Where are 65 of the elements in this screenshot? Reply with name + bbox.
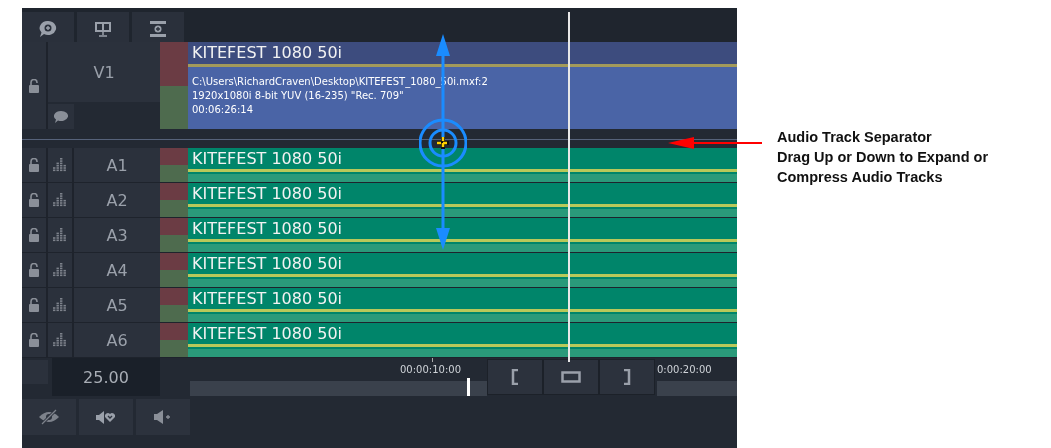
- speaker-plus-icon: [153, 409, 173, 425]
- eye-slash-icon: [38, 409, 60, 425]
- clip-duration: 00:06:26:14: [192, 103, 254, 117]
- audio-clip[interactable]: KITEFEST 1080 50i: [188, 288, 737, 322]
- annotation-text: Drag Up or Down to Expand or Compress Audio Tracks: [777, 148, 989, 187]
- rectangle-icon: [561, 371, 581, 383]
- track-strip: [160, 183, 188, 200]
- track-strip: [160, 288, 188, 305]
- track-label: A6: [74, 323, 160, 357]
- track-label: A2: [74, 183, 160, 217]
- video-clip[interactable]: KITEFEST 1080 50i C:\Users\RichardCraven\Desktop\KITEFEST_1080_50i.mxf:2 1920x1080i 8-bit YUV (16-235) "Rec. 709" 00:06:26:14: [188, 42, 737, 129]
- ruler-timecode: 00:00:10:00: [400, 364, 461, 375]
- track-strip: [160, 340, 188, 357]
- mark-in-button[interactable]: [488, 360, 542, 394]
- audio-clip[interactable]: KITEFEST 1080 50i: [188, 148, 737, 182]
- level-meter-icon[interactable]: [53, 158, 67, 172]
- level-meter-icon[interactable]: [53, 333, 67, 347]
- track-strip: [160, 253, 188, 270]
- audio-menu-button[interactable]: [79, 399, 133, 435]
- audio-clip[interactable]: KITEFEST 1080 50i: [188, 218, 737, 252]
- speaker-heart-icon: [95, 408, 117, 426]
- track-label: A5: [74, 288, 160, 322]
- add-audio-track-button[interactable]: [136, 399, 190, 435]
- audio-clip[interactable]: KITEFEST 1080 50i: [188, 183, 737, 217]
- track-label: A3: [74, 218, 160, 252]
- track-separator[interactable]: [22, 139, 737, 140]
- level-meter-icon[interactable]: [53, 193, 67, 207]
- padlock-icon[interactable]: [29, 158, 39, 172]
- bracket-icon: [511, 369, 519, 385]
- clip-title: KITEFEST 1080 50i: [188, 42, 737, 67]
- mark-out-button[interactable]: [600, 360, 654, 394]
- track-strip: [160, 165, 188, 182]
- track-strip: [160, 200, 188, 217]
- hide-button[interactable]: [22, 399, 76, 435]
- track-strip: [160, 305, 188, 322]
- padlock-icon[interactable]: [29, 193, 39, 207]
- annotation-title: Audio Track Separator: [777, 128, 933, 147]
- track-strip: [160, 218, 188, 235]
- track-strip: [160, 235, 188, 252]
- track-label: A4: [74, 253, 160, 287]
- padlock-icon[interactable]: [29, 78, 39, 93]
- padlock-icon[interactable]: [29, 228, 39, 242]
- clip-button[interactable]: [544, 360, 598, 394]
- bracket-icon: [623, 369, 631, 385]
- track-strip: [160, 323, 188, 340]
- track-strip: [160, 270, 188, 287]
- padlock-icon[interactable]: [29, 333, 39, 347]
- audio-clip[interactable]: KITEFEST 1080 50i: [188, 253, 737, 287]
- level-meter-icon[interactable]: [53, 228, 67, 242]
- speech-bubble-plus-icon: [39, 20, 57, 38]
- speech-bubble-icon[interactable]: [54, 110, 68, 123]
- level-meter-icon[interactable]: [53, 298, 67, 312]
- padlock-icon[interactable]: [29, 298, 39, 312]
- track-label: A1: [74, 148, 160, 182]
- padlock-icon[interactable]: [29, 263, 39, 277]
- clip-format: 1920x1080i 8-bit YUV (16-235) "Rec. 709": [192, 89, 405, 103]
- playhead-marker[interactable]: [467, 378, 470, 396]
- track-strip: [160, 148, 188, 165]
- level-meter-icon[interactable]: [53, 263, 67, 277]
- ruler-timecode: 0:00:20:00: [657, 364, 712, 375]
- monitor-icon: [94, 21, 112, 37]
- audio-clip[interactable]: KITEFEST 1080 50i: [188, 323, 737, 357]
- track-label: V1: [48, 42, 160, 102]
- frame-rate-field[interactable]: 25.00: [52, 358, 160, 396]
- clip-path: C:\Users\RichardCraven\Desktop\KITEFEST_1080_50i.mxf:2: [192, 75, 489, 89]
